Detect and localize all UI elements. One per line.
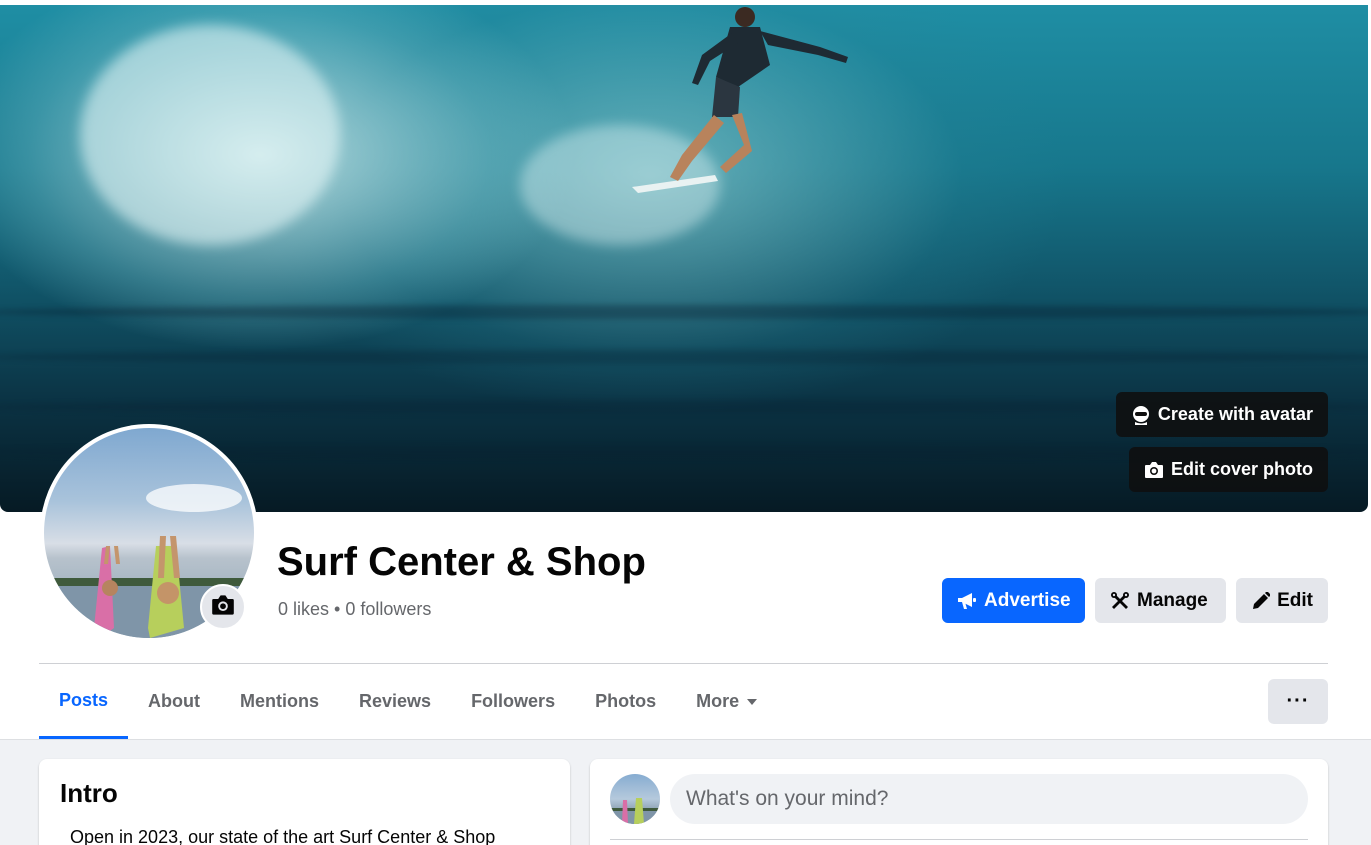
tab-more[interactable]: More	[676, 664, 777, 739]
profile-tabs: Posts About Mentions Reviews Followers P…	[39, 664, 777, 740]
intro-title: Intro	[60, 778, 118, 808]
camera-icon	[211, 594, 235, 621]
tab-label: Photos	[595, 691, 657, 711]
intro-bio: Open in 2023, our state of the art Surf …	[70, 827, 496, 845]
more-options-icon: ···	[1286, 690, 1310, 712]
wave-spray	[80, 25, 340, 245]
tools-icon	[1110, 591, 1130, 611]
tab-photos[interactable]: Photos	[575, 664, 676, 739]
more-options-button[interactable]: ···	[1268, 679, 1328, 724]
tab-reviews[interactable]: Reviews	[339, 664, 451, 739]
tab-label: Posts	[59, 689, 109, 710]
tab-label: Followers	[471, 691, 556, 711]
camera-icon	[1143, 459, 1165, 481]
edit-cover-photo-label: Edit cover photo	[1170, 459, 1313, 479]
manage-label: Manage	[1137, 589, 1208, 611]
megaphone-icon	[957, 591, 977, 611]
tab-followers[interactable]: Followers	[451, 664, 575, 739]
manage-button[interactable]: Manage	[1095, 578, 1226, 623]
page-stats: 0 likes • 0 followers	[278, 599, 432, 619]
post-composer: What's on your mind?	[590, 759, 1328, 845]
edit-button[interactable]: Edit	[1236, 578, 1328, 623]
advertise-label: Advertise	[984, 589, 1071, 611]
intro-card: Intro Open in 2023, our state of the art…	[39, 759, 570, 845]
composer-avatar-image	[610, 798, 660, 824]
avatar-icon	[1130, 404, 1152, 426]
caret-down-icon	[747, 698, 758, 705]
tab-mentions[interactable]: Mentions	[220, 664, 339, 739]
composer-avatar[interactable]	[610, 774, 660, 824]
tab-label: Reviews	[359, 691, 432, 711]
pencil-icon	[1251, 591, 1270, 611]
page-title: Surf Center & Shop	[277, 540, 646, 584]
cover-photo[interactable]: Create with avatar Edit cover photo	[0, 5, 1368, 512]
tab-label: About	[148, 691, 201, 711]
edit-label: Edit	[1277, 589, 1313, 611]
composer-divider	[610, 839, 1308, 840]
facebook-page-profile: Create with avatar Edit cover photo Surf…	[0, 0, 1371, 845]
tab-posts[interactable]: Posts	[39, 664, 129, 739]
tab-label: Mentions	[240, 691, 320, 711]
update-profile-picture-button[interactable]	[200, 584, 246, 630]
surfer-figure	[632, 7, 848, 193]
tab-about[interactable]: About	[128, 664, 220, 739]
tab-label: More	[696, 691, 740, 711]
water-ripple	[0, 350, 1368, 364]
advertise-button[interactable]: Advertise	[942, 578, 1085, 623]
create-with-avatar-button[interactable]: Create with avatar	[1115, 392, 1328, 437]
whats-on-your-mind-input[interactable]: What's on your mind?	[670, 774, 1308, 824]
edit-cover-photo-button[interactable]: Edit cover photo	[1128, 447, 1328, 492]
water-ripple	[0, 305, 1368, 319]
composer-placeholder: What's on your mind?	[686, 787, 889, 810]
create-with-avatar-label: Create with avatar	[1157, 404, 1313, 424]
